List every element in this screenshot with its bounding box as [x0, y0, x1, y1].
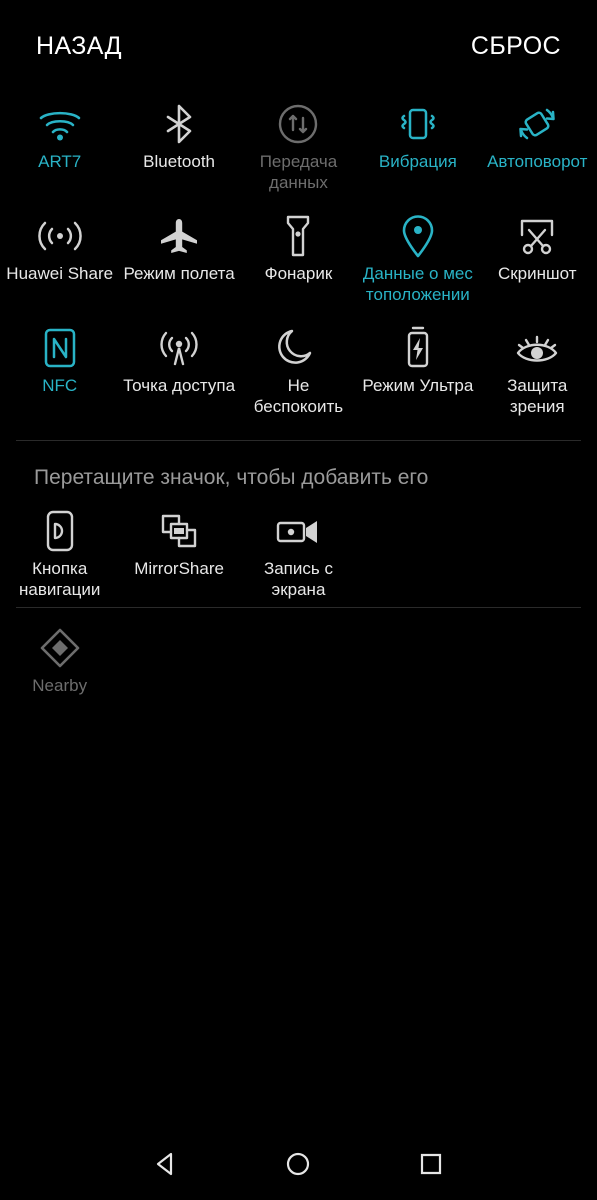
toggle-label: Не беспокоить	[253, 376, 344, 416]
toggle-tile-do-not-disturb[interactable]: Не беспокоить	[239, 316, 358, 428]
system-navigation-bar	[0, 1128, 597, 1200]
toggle-tile-mirror-share[interactable]: MirrorShare	[119, 499, 238, 611]
nearby-icon	[38, 624, 82, 672]
toggle-label: Кнопка навигации	[18, 559, 101, 599]
toggle-tile-ultra-power-saving[interactable]: Режим Ультра	[358, 316, 477, 428]
toggle-label: Данные о мес тоположении	[362, 264, 473, 304]
bluetooth-icon	[158, 100, 200, 148]
back-nav-icon[interactable]	[139, 1137, 193, 1191]
toggle-label: Фонарик	[264, 264, 333, 283]
toggle-tile-mobile-data[interactable]: Передача данных	[239, 92, 358, 204]
toggle-tile-navigation-button[interactable]: Кнопка навигации	[0, 499, 119, 611]
wifi-icon	[37, 100, 83, 148]
section-divider-top	[16, 440, 581, 441]
toggle-label: ART7	[38, 152, 82, 171]
toggle-tile-location[interactable]: Данные о мес тоположении	[358, 204, 477, 316]
toggle-tile-vibration[interactable]: Вибрация	[358, 92, 477, 204]
huawei-share-icon	[37, 212, 83, 260]
mobile-data-icon	[276, 100, 320, 148]
toggle-label: NFC	[42, 376, 78, 395]
toggle-label: Автоповорот	[487, 152, 588, 171]
toggle-label: Bluetooth	[143, 152, 215, 171]
toggle-tile-wifi[interactable]: ART7	[0, 92, 119, 204]
navigation-button-icon	[44, 507, 76, 555]
do-not-disturb-icon	[277, 324, 319, 372]
toggle-label: Защита зрения	[507, 376, 568, 416]
ultra-power-saving-icon	[403, 324, 433, 372]
auto-rotate-icon	[514, 100, 560, 148]
toggle-label: MirrorShare	[134, 559, 224, 578]
toggle-label: Режим Ультра	[362, 376, 474, 395]
available-toggles-grid: Кнопка навигации MirrorShare Запись с эк…	[0, 497, 597, 611]
toggle-label: Вибрация	[378, 152, 457, 171]
toggle-label: Nearby	[32, 676, 88, 695]
toggle-label: Скриншот	[497, 264, 577, 283]
flashlight-icon	[281, 212, 315, 260]
toggle-tile-eye-comfort[interactable]: Защита зрения	[478, 316, 597, 428]
vibration-icon	[394, 100, 442, 148]
toggle-label: Запись с экрана	[263, 559, 333, 599]
toggle-tile-nearby[interactable]: Nearby	[0, 616, 119, 728]
toggle-tile-airplane-mode[interactable]: Режим полета	[119, 204, 238, 316]
toggle-tile-flashlight[interactable]: Фонарик	[239, 204, 358, 316]
home-nav-icon[interactable]	[271, 1137, 325, 1191]
toggle-tile-auto-rotate[interactable]: Автоповорот	[478, 92, 597, 204]
toggle-tile-screen-record[interactable]: Запись с экрана	[239, 499, 358, 611]
hotspot-icon	[157, 324, 201, 372]
toggle-label: Передача данных	[259, 152, 338, 192]
back-button[interactable]: НАЗАД	[32, 28, 126, 65]
drag-hint-text: Перетащите значок, чтобы добавить его	[34, 466, 429, 489]
header: НАЗАД СБРОС	[0, 0, 597, 92]
toggle-tile-nfc[interactable]: NFC	[0, 316, 119, 428]
toggle-tile-bluetooth[interactable]: Bluetooth	[119, 92, 238, 204]
toggle-tile-screenshot[interactable]: Скриншот	[478, 204, 597, 316]
recents-nav-icon[interactable]	[404, 1137, 458, 1191]
toggle-label: Режим полета	[123, 264, 235, 283]
quick-settings-editor-screen: НАЗАД СБРОС ART7 Bluetooth Передача данн…	[0, 0, 597, 1200]
active-toggles-grid: ART7 Bluetooth Передача данных Вибрация …	[0, 92, 597, 428]
screenshot-icon	[514, 212, 560, 260]
mirror-share-icon	[157, 507, 201, 555]
eye-comfort-icon	[513, 324, 561, 372]
airplane-mode-icon	[157, 212, 201, 260]
reset-button[interactable]: СБРОС	[467, 28, 565, 65]
toggle-tile-huawei-share[interactable]: Huawei Share	[0, 204, 119, 316]
toggle-label: Huawei Share	[6, 264, 114, 283]
location-icon	[399, 212, 437, 260]
nfc-icon	[42, 324, 78, 372]
toggle-tile-hotspot[interactable]: Точка доступа	[119, 316, 238, 428]
nearby-toggles-grid: Nearby	[0, 608, 597, 728]
screen-record-icon	[274, 507, 322, 555]
toggle-label: Точка доступа	[123, 376, 236, 395]
